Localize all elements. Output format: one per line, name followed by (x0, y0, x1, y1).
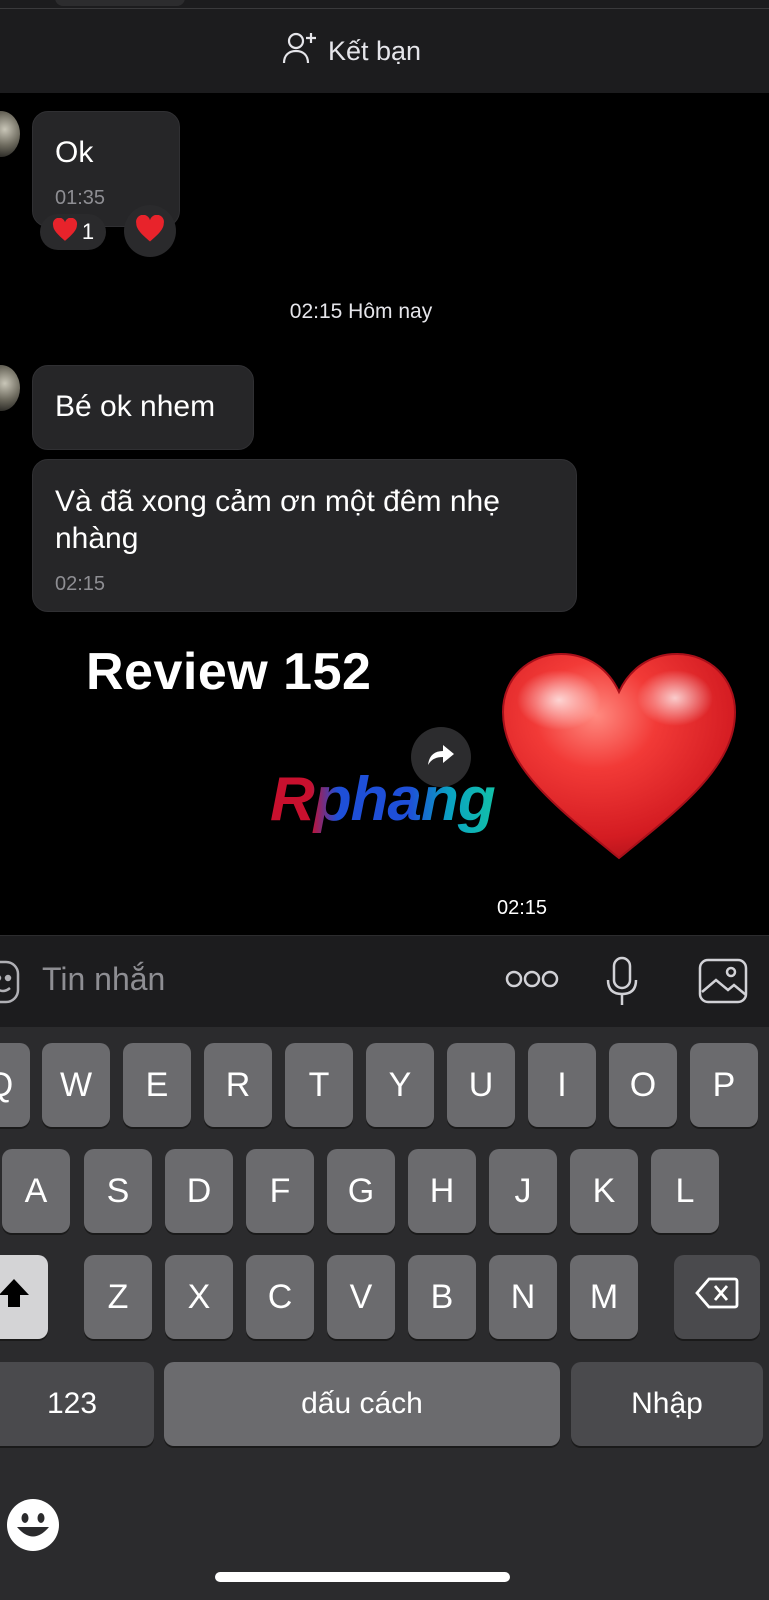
key-u[interactable]: U (447, 1043, 515, 1127)
key-s[interactable]: S (84, 1149, 152, 1233)
brand-logo: Rphang (270, 765, 496, 834)
shift-icon (0, 1277, 31, 1318)
key-i[interactable]: I (528, 1043, 596, 1127)
sticker-icon[interactable] (0, 960, 22, 1009)
backspace-key[interactable] (674, 1255, 760, 1339)
key-g[interactable]: G (327, 1149, 395, 1233)
message-time: 02:15 (497, 897, 548, 919)
heart-icon (135, 214, 165, 248)
message-bubble[interactable]: Bé ok nhem (32, 365, 254, 450)
reaction-count: 1 (81, 219, 95, 244)
key-q[interactable]: Q (0, 1043, 30, 1127)
key-w[interactable]: W (42, 1043, 110, 1127)
image-icon[interactable] (698, 958, 748, 1009)
avatar[interactable] (0, 365, 20, 411)
microphone-icon[interactable] (605, 956, 639, 1013)
key-y[interactable]: Y (366, 1043, 434, 1127)
message-bubble[interactable]: Và đã xong cảm ơn một đêm nhẹ nhàng 02:1… (32, 459, 577, 612)
date-separator: 02:15 Hôm nay (289, 300, 433, 323)
key-v[interactable]: V (327, 1255, 395, 1339)
react-button[interactable] (124, 205, 176, 257)
avatar[interactable] (0, 111, 20, 157)
home-indicator[interactable] (215, 1572, 510, 1582)
key-b[interactable]: B (408, 1255, 476, 1339)
shift-key[interactable] (0, 1255, 48, 1339)
space-key[interactable]: dấu cách (164, 1362, 560, 1446)
message-time: 02:15 (55, 573, 106, 595)
message-time: 01:35 (55, 187, 106, 209)
backspace-icon (695, 1277, 739, 1318)
add-friend-icon (282, 30, 318, 73)
key-l[interactable]: L (651, 1149, 719, 1233)
key-a[interactable]: A (2, 1149, 70, 1233)
key-c[interactable]: C (246, 1255, 314, 1339)
message-text: Bé ok nhem (55, 390, 216, 423)
reaction-summary[interactable]: 1 (40, 214, 106, 250)
review-title: Review 152 (86, 643, 372, 701)
key-f[interactable]: F (246, 1149, 314, 1233)
numbers-key[interactable]: 123 (0, 1362, 154, 1446)
header-pill (55, 0, 185, 6)
more-icon[interactable] (505, 968, 559, 995)
key-n[interactable]: N (489, 1255, 557, 1339)
key-k[interactable]: K (570, 1149, 638, 1233)
add-friend-button[interactable]: Kết bạn (282, 30, 421, 73)
message-text-line: nhàng (55, 522, 139, 555)
key-o[interactable]: O (609, 1043, 677, 1127)
key-x[interactable]: X (165, 1255, 233, 1339)
key-p[interactable]: P (690, 1043, 758, 1127)
message-text: Ok (55, 136, 94, 169)
message-text-line: Và đã xong cảm ơn một đêm nhẹ (55, 485, 500, 518)
divider (0, 8, 769, 9)
heart-sticker-icon[interactable] (497, 648, 741, 871)
key-e[interactable]: E (123, 1043, 191, 1127)
emoji-icon[interactable] (6, 1498, 60, 1557)
key-h[interactable]: H (408, 1149, 476, 1233)
message-input[interactable]: Tin nhắn (42, 961, 165, 998)
heart-icon (52, 217, 78, 247)
add-friend-label: Kết bạn (328, 36, 422, 66)
key-d[interactable]: D (165, 1149, 233, 1233)
key-z[interactable]: Z (84, 1255, 152, 1339)
top-bar: Kết bạn (0, 0, 769, 93)
return-key[interactable]: Nhập (571, 1362, 763, 1446)
key-m[interactable]: M (570, 1255, 638, 1339)
key-j[interactable]: J (489, 1149, 557, 1233)
key-t[interactable]: T (285, 1043, 353, 1127)
message-composer: Tin nhắn (0, 935, 769, 1028)
key-r[interactable]: R (204, 1043, 272, 1127)
